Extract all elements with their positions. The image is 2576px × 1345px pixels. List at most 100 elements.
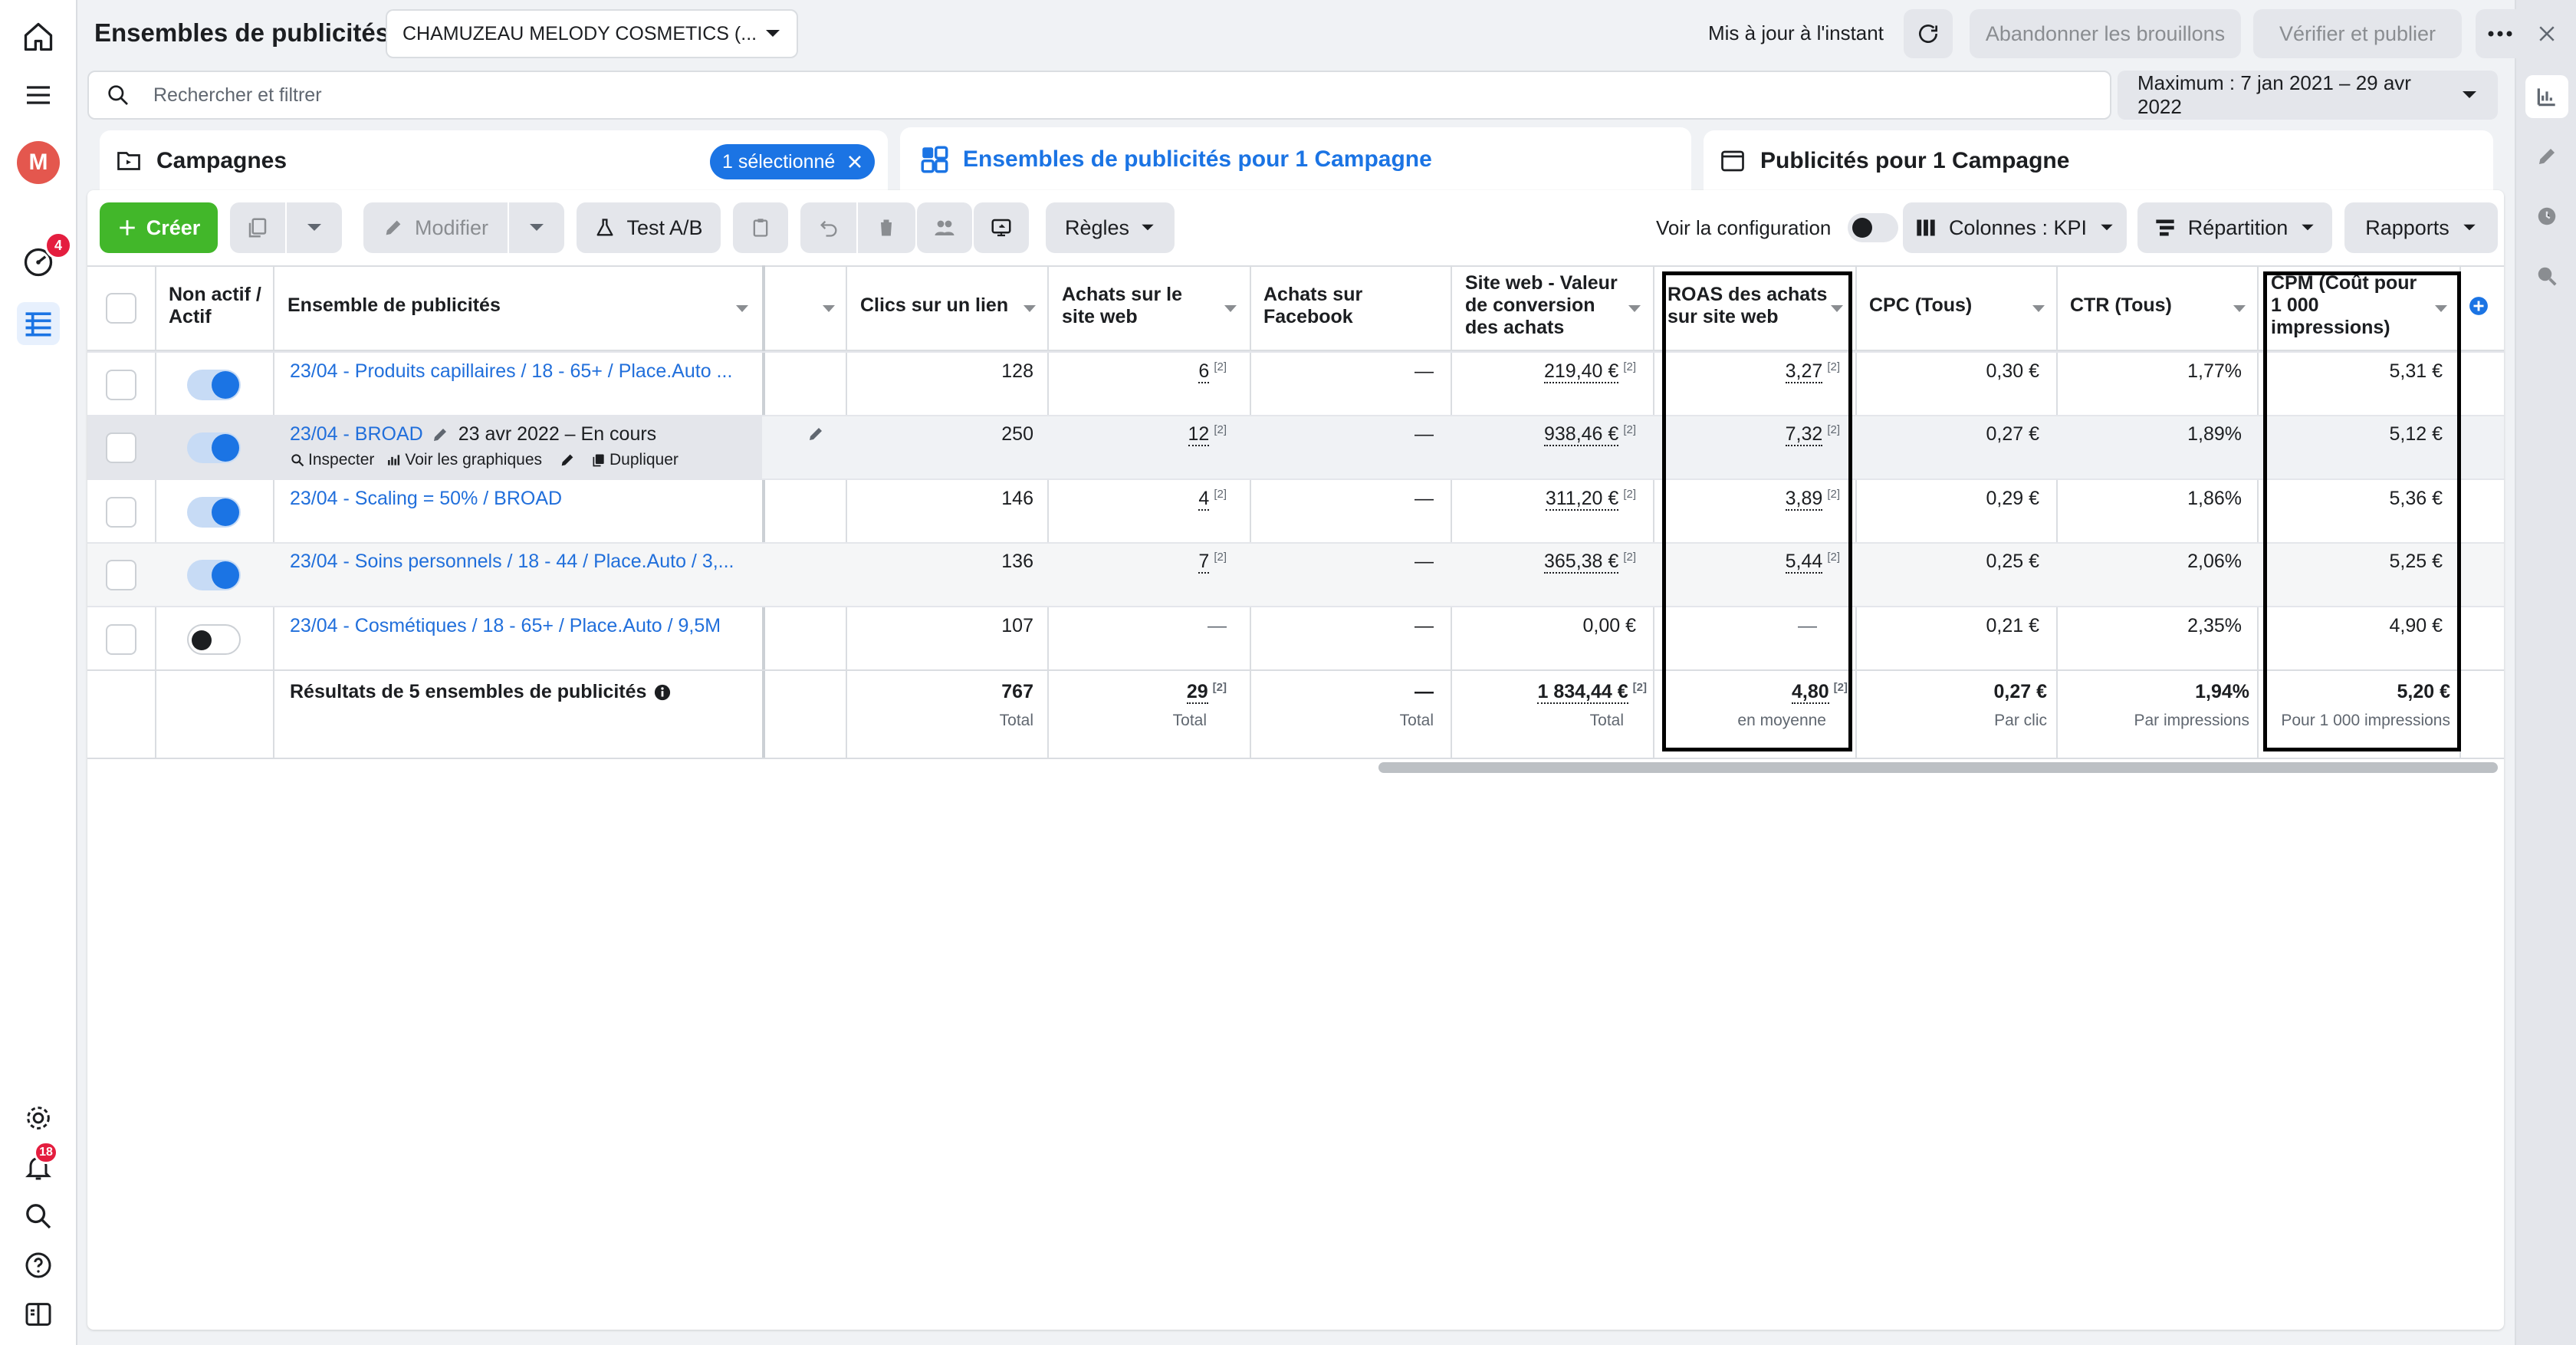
status-toggle[interactable] [187, 560, 241, 590]
home-icon[interactable] [17, 15, 60, 58]
inspect-label: Inspecter [308, 451, 375, 469]
cell-cpc: 0,30 € [1986, 360, 2039, 382]
copy-icon [248, 218, 267, 238]
cell-conversion-value: 365,38 € [1543, 551, 1619, 574]
col-link-clicks[interactable]: Clics sur un lien [860, 268, 1014, 343]
sort-icon[interactable] [1628, 305, 1641, 312]
status-toggle[interactable] [187, 432, 241, 463]
breakdown-dropdown[interactable]: Répartition [2137, 202, 2332, 253]
discard-drafts-button[interactable]: Abandonner les brouillons [1970, 9, 2241, 58]
delete-button[interactable] [858, 202, 915, 253]
sort-icon[interactable] [1024, 305, 1036, 312]
history-clock-icon[interactable] [2525, 195, 2568, 238]
page-title: Ensembles de publicités [94, 18, 390, 47]
duplicate-dropdown[interactable] [287, 202, 342, 253]
adset-name-link[interactable]: 23/04 - Soins personnels / 18 - 44 / Pla… [290, 551, 734, 573]
close-icon[interactable] [2525, 12, 2568, 55]
row-edit-pencil-icon[interactable] [807, 425, 825, 443]
adset-name-link[interactable]: 23/04 - BROAD [290, 423, 423, 446]
audience-button[interactable] [917, 202, 972, 253]
col-name[interactable]: Ensemble de publicités [288, 268, 717, 343]
sort-icon[interactable] [2032, 305, 2045, 312]
create-button[interactable]: Créer [100, 202, 218, 253]
search-filter-bar[interactable]: Rechercher et filtrer [87, 71, 2111, 120]
duplicate-button[interactable] [230, 202, 285, 253]
row-checkbox[interactable] [106, 497, 136, 528]
panel-toggle-icon[interactable] [17, 1293, 60, 1336]
search-placeholder: Rechercher et filtrer [153, 84, 322, 106]
row-checkbox[interactable] [106, 560, 136, 590]
account-selector[interactable]: CHAMUZEAU MELODY COSMETICS (... [386, 9, 798, 58]
sort-icon[interactable] [823, 305, 835, 312]
selected-badge[interactable]: 1 sélectionné [710, 144, 876, 179]
date-range-selector[interactable]: Maximum : 7 jan 2021 – 29 avr 2022 [2118, 71, 2498, 120]
adset-name-link[interactable]: 23/04 - Cosmétiques / 18 - 65+ / Place.A… [290, 615, 721, 637]
edit-dropdown[interactable] [509, 202, 564, 253]
edit-button[interactable]: Modifier [363, 202, 508, 253]
col-purchases-fb[interactable]: Achats sur Facebook [1263, 268, 1417, 343]
col-conversion-value[interactable]: Site web - Valeur de conversion des acha… [1465, 268, 1626, 343]
table-view-icon[interactable] [17, 302, 60, 345]
pencil-icon [386, 220, 401, 235]
ab-test-button[interactable]: Test A/B [577, 202, 721, 253]
tab-campaigns[interactable]: Campagnes 1 sélectionné [100, 130, 888, 192]
status-toggle[interactable] [187, 624, 241, 655]
undo-button[interactable] [801, 202, 858, 253]
inspect-search-icon[interactable] [2525, 255, 2568, 298]
settings-gear-icon[interactable] [17, 1097, 60, 1139]
sort-icon[interactable] [1224, 305, 1237, 312]
cell-purchases-web: 6 [1198, 360, 1210, 383]
clipboard-button[interactable] [733, 202, 788, 253]
tab-ads[interactable]: Publicités pour 1 Campagne [1704, 130, 2493, 192]
help-icon[interactable] [17, 1244, 60, 1287]
total-ctr-sub: Par impressions [2134, 712, 2249, 729]
col-cpc[interactable]: CPC (Tous) [1869, 268, 2022, 343]
view-config-toggle[interactable]: Voir la configuration [1656, 202, 1899, 253]
menu-icon[interactable] [17, 74, 60, 117]
row-checkbox[interactable] [106, 624, 136, 655]
avatar[interactable]: M [17, 141, 60, 184]
cell-conversion-value: 0,00 € [1582, 615, 1636, 636]
clear-selection-icon[interactable] [847, 154, 863, 169]
reports-dropdown[interactable]: Rapports [2344, 202, 2498, 253]
chevron-down-icon [2463, 91, 2476, 98]
select-all-checkbox[interactable] [106, 293, 136, 324]
date-range-label: Maximum : 7 jan 2021 – 29 avr 2022 [2137, 71, 2411, 118]
horizontal-scrollbar[interactable] [1378, 762, 2498, 773]
ads-badge: 4 [44, 232, 72, 259]
inspect-link[interactable]: Inspecter [290, 451, 374, 469]
row-checkbox[interactable] [106, 432, 136, 463]
row-checkbox[interactable] [106, 370, 136, 400]
add-column-icon[interactable] [2469, 296, 2489, 316]
col-purchases-web[interactable]: Achats sur le site web [1062, 268, 1215, 343]
search-icon[interactable] [17, 1195, 60, 1238]
footnote-marker: [2] [1214, 423, 1227, 436]
status-toggle[interactable] [187, 370, 241, 400]
rules-dropdown[interactable]: Règles [1046, 202, 1175, 253]
rename-pencil-icon[interactable] [431, 426, 449, 444]
columns-dropdown[interactable]: Colonnes : KPI [1903, 202, 2127, 253]
tab-adsets[interactable]: Ensembles de publicités pour 1 Campagne [900, 127, 1691, 192]
cell-conversion-value: 311,20 € [1545, 488, 1619, 511]
refresh-button[interactable] [1904, 9, 1953, 58]
preview-icon [991, 219, 1011, 237]
col-ctr[interactable]: CTR (Tous) [2070, 268, 2223, 343]
view-config-switch[interactable] [1848, 213, 1899, 242]
edit-pencil-icon[interactable] [559, 452, 576, 469]
status-toggle[interactable] [187, 497, 241, 528]
more-options-button[interactable] [2476, 9, 2525, 58]
col-status[interactable]: Non actif / Actif [169, 268, 268, 343]
adset-name-link[interactable]: 23/04 - Produits capillaires / 18 - 65+ … [290, 360, 732, 383]
preview-button[interactable] [974, 202, 1029, 253]
duplicate-link[interactable]: Dupliquer [591, 451, 678, 469]
chart-icon[interactable] [2525, 75, 2568, 118]
adsets-grid-icon [921, 146, 948, 173]
review-publish-button[interactable]: Vérifier et publier [2253, 9, 2462, 58]
adset-name-link[interactable]: 23/04 - Scaling = 50% / BROAD [290, 488, 562, 510]
sort-icon[interactable] [736, 305, 748, 312]
info-icon[interactable] [654, 684, 671, 701]
duplicate-label: Dupliquer [610, 451, 678, 469]
view-charts-link[interactable]: Voir les graphiques [386, 451, 542, 469]
edit-pencil-icon[interactable] [2525, 135, 2568, 178]
sort-icon[interactable] [2233, 305, 2246, 312]
